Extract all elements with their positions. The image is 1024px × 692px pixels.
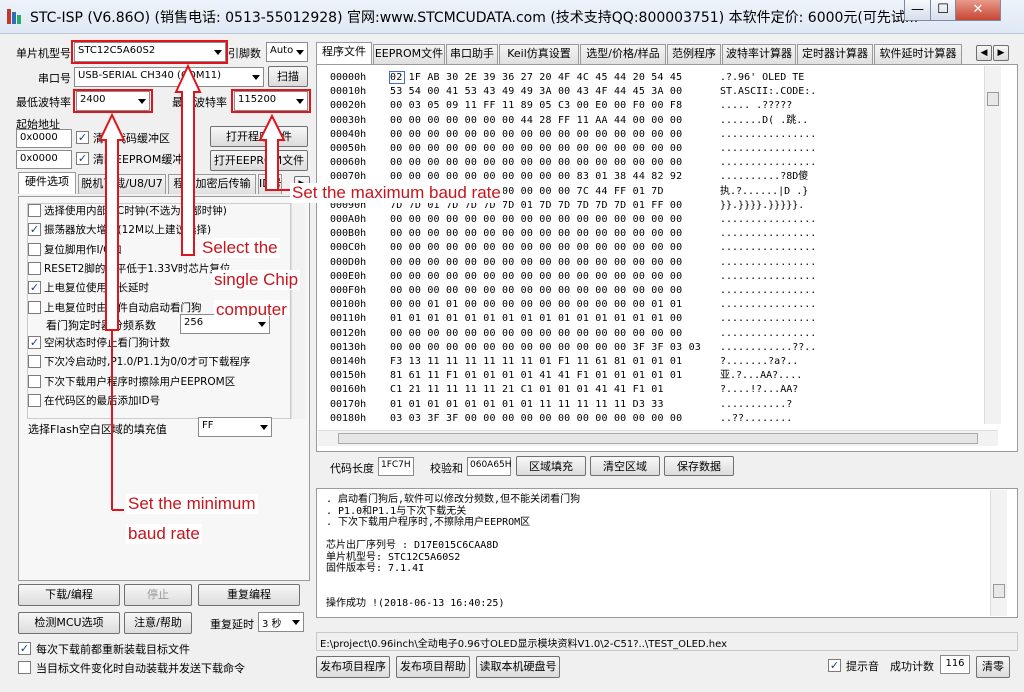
select-chip-annotation-line2: single Chip: [212, 270, 301, 290]
min-baud-annotation-line1: Set the minimum: [126, 494, 258, 514]
select-chip-annotation-line1: Select the: [200, 238, 280, 258]
min-baud-arrow-icon: [98, 112, 126, 331]
max-baud-arrow-icon: [258, 113, 286, 191]
max-baud-annotation: Set the maximum baud rate: [290, 183, 503, 203]
min-baud-annotation-line2: baud rate: [126, 524, 202, 544]
select-chip-arrow-icon: [174, 63, 202, 256]
select-chip-annotation-line3: computer: [214, 300, 289, 316]
annotation-arrows: [98, 63, 290, 511]
